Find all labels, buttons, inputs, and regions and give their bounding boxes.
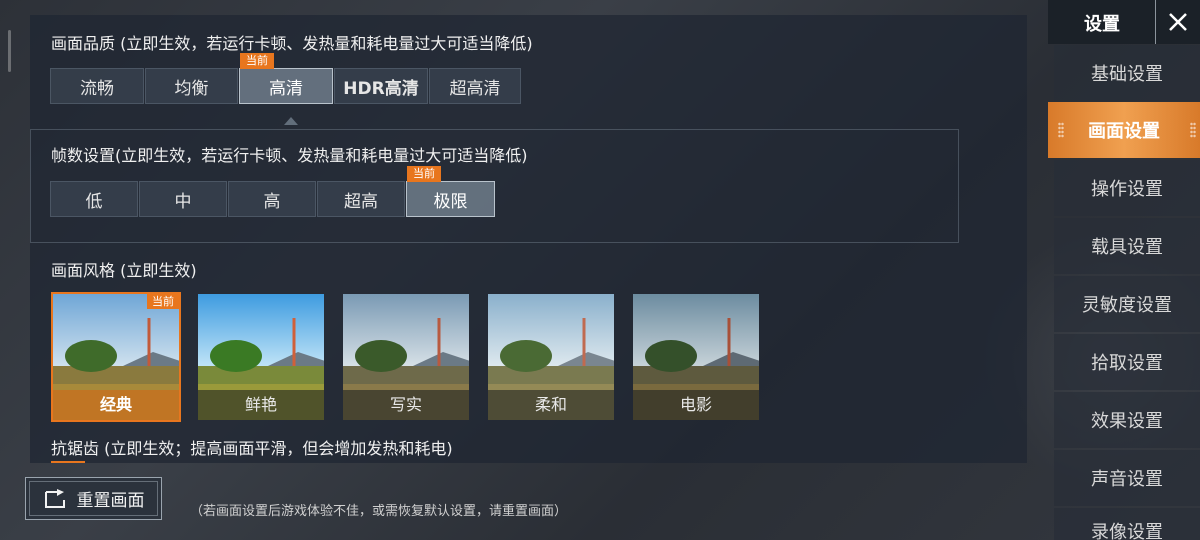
- sidebar-item-sound[interactable]: 声音设置: [1054, 450, 1200, 506]
- grip-icon: [1058, 122, 1064, 138]
- quality-option-ultra[interactable]: 超高清: [429, 68, 521, 104]
- antialias-title: 抗锯齿 (立即生效；提高画面平滑，但会增加发热和耗电): [51, 439, 453, 458]
- style-option-label: 柔和: [488, 390, 614, 420]
- quality-option-label: 超高清: [449, 78, 501, 99]
- settings-sidebar: 设置 基础设置 画面设置 操作设置 载具设置 灵敏度设置 拾取设置 效果设置 声…: [1048, 0, 1200, 540]
- fps-option-high[interactable]: 高: [228, 181, 316, 217]
- reset-button-label: 重置画面: [76, 491, 145, 511]
- style-options: 当前 经典 鲜艳 写实 柔和 电影: [51, 292, 776, 422]
- quality-options: 流畅 均衡 当前 高清 HDR高清 超高清: [50, 53, 522, 104]
- reset-button[interactable]: 重置画面: [25, 477, 162, 520]
- style-option-label: 电影: [633, 390, 759, 420]
- sidebar-item-label: 声音设置: [1091, 469, 1163, 490]
- caret-indicator: [284, 117, 298, 125]
- sidebar-item-graphics[interactable]: 画面设置: [1048, 102, 1200, 158]
- quality-option-hdr[interactable]: HDR高清: [334, 68, 428, 104]
- quality-option-label: 均衡: [174, 78, 209, 99]
- style-option-cinema[interactable]: 电影: [631, 292, 761, 422]
- sidebar-item-basic[interactable]: 基础设置: [1054, 45, 1200, 101]
- reset-icon: [44, 488, 65, 508]
- current-badge: 当前: [407, 166, 441, 182]
- current-badge: 当前: [147, 294, 179, 309]
- quality-option-label: HDR高清: [343, 78, 419, 99]
- fps-option-label: 低: [85, 191, 103, 212]
- grip-icon: [1190, 122, 1196, 138]
- quality-option-smooth[interactable]: 流畅: [50, 68, 144, 104]
- fps-option-label: 高: [263, 191, 281, 212]
- sidebar-item-label: 载具设置: [1091, 237, 1163, 258]
- sidebar-item-label: 效果设置: [1091, 411, 1163, 432]
- style-option-label: 鲜艳: [198, 390, 324, 420]
- sidebar-item-controls[interactable]: 操作设置: [1054, 160, 1200, 216]
- fps-option-low[interactable]: 低: [50, 181, 138, 217]
- settings-panel: 画面品质 (立即生效，若运行卡顿、发热量和耗电量过大可适当降低) 流畅 均衡 当…: [30, 15, 1027, 463]
- sidebar-item-vehicle[interactable]: 载具设置: [1054, 218, 1200, 274]
- style-option-vivid[interactable]: 鲜艳: [196, 292, 326, 422]
- fps-options: 低 中 高 超高 当前 极限: [50, 166, 496, 217]
- sidebar-item-label: 操作设置: [1091, 179, 1163, 200]
- fps-section: 帧数设置(立即生效，若运行卡顿、发热量和耗电量过大可适当降低) 低 中 高 超高…: [30, 129, 959, 243]
- style-option-realistic[interactable]: 写实: [341, 292, 471, 422]
- quality-option-label: 高清: [269, 78, 303, 99]
- quality-option-label: 流畅: [80, 78, 114, 99]
- sidebar-item-label: 基础设置: [1091, 64, 1163, 85]
- sidebar-header: 设置: [1048, 0, 1200, 44]
- quality-option-hd[interactable]: 当前 高清: [239, 53, 333, 104]
- sidebar-item-label: 画面设置: [1088, 121, 1160, 142]
- sidebar-item-label: 拾取设置: [1091, 353, 1163, 374]
- sidebar-item-pickup[interactable]: 拾取设置: [1054, 334, 1200, 390]
- current-badge: 当前: [240, 53, 274, 69]
- style-option-label: 经典: [53, 390, 179, 420]
- style-option-label: 写实: [343, 390, 469, 420]
- sidebar-item-effects[interactable]: 效果设置: [1054, 392, 1200, 448]
- sidebar-item-label: 录像设置: [1091, 522, 1163, 540]
- sidebar-item-recording[interactable]: 录像设置: [1054, 508, 1200, 540]
- reset-note: （若画面设置后游戏体验不佳，或需恢复默认设置，请重置画面）: [190, 504, 568, 519]
- close-icon: [1169, 13, 1187, 31]
- fps-option-label: 中: [174, 191, 192, 212]
- style-title: 画面风格 (立即生效): [51, 261, 197, 280]
- fps-option-extreme[interactable]: 当前 极限: [406, 166, 495, 217]
- quality-title: 画面品质 (立即生效，若运行卡顿、发热量和耗电量过大可适当降低): [51, 34, 533, 53]
- fps-option-medium[interactable]: 中: [139, 181, 227, 217]
- fps-option-label: 超高: [344, 191, 378, 212]
- antialias-badge-partial: [51, 461, 85, 463]
- scrollbar[interactable]: [8, 30, 11, 72]
- style-option-classic[interactable]: 当前 经典: [51, 292, 181, 422]
- style-option-soft[interactable]: 柔和: [486, 292, 616, 422]
- close-button[interactable]: [1155, 0, 1200, 44]
- fps-option-label: 极限: [433, 191, 468, 212]
- sidebar-item-label: 灵敏度设置: [1082, 295, 1172, 316]
- quality-option-balanced[interactable]: 均衡: [145, 68, 238, 104]
- fps-option-ultra[interactable]: 超高: [317, 181, 405, 217]
- sidebar-item-sensitivity[interactable]: 灵敏度设置: [1054, 276, 1200, 332]
- fps-title: 帧数设置(立即生效，若运行卡顿、发热量和耗电量过大可适当降低): [51, 146, 528, 165]
- sidebar-title: 设置: [1084, 14, 1120, 35]
